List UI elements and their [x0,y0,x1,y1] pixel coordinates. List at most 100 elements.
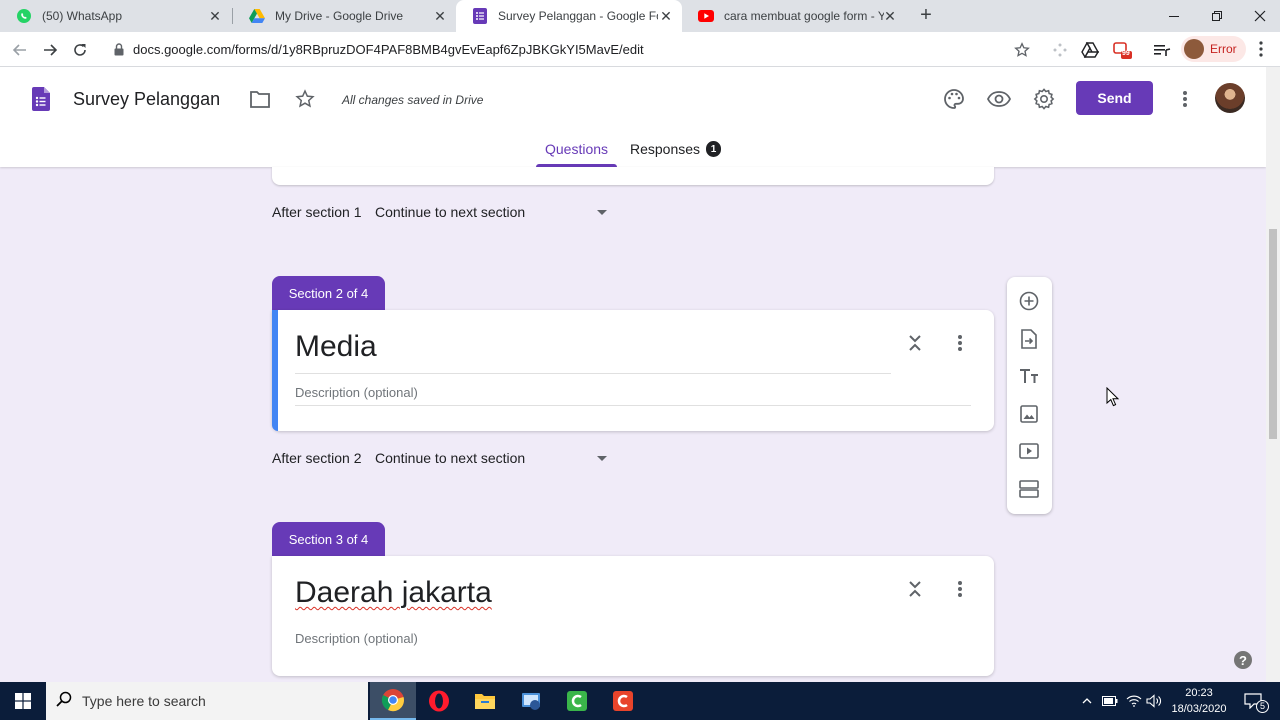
browser-toolbar: docs.google.com/forms/d/1y8RBpruzDOF4PAF… [0,32,1280,67]
preview-eye-icon[interactable] [987,87,1011,111]
add-video-icon[interactable] [1017,439,1041,463]
media-playlist-icon[interactable] [1152,40,1172,60]
notifications-icon[interactable]: 5 [1240,682,1270,720]
tab-google-drive[interactable]: My Drive - Google Drive ✕ [233,0,456,32]
bookmark-star-icon[interactable] [1012,40,1032,60]
forward-arrow-icon[interactable] [38,38,62,62]
camtasia-recorder-icon[interactable] [600,682,646,720]
tab-google-forms[interactable]: Survey Pelanggan - Google Forms ✕ [456,0,682,32]
extension-badge-icon[interactable]: 99 [1112,40,1132,60]
star-icon[interactable] [293,87,317,111]
minimize-icon[interactable] [1152,0,1196,32]
system-clock[interactable]: 20:23 18/03/2020 [1166,685,1232,717]
section-3-card[interactable]: Daerah jakarta Description (optional) [272,556,994,676]
google-forms-logo-icon[interactable] [32,87,50,116]
add-question-icon[interactable] [1017,289,1041,313]
page-scrollbar[interactable] [1266,67,1280,682]
account-avatar[interactable] [1215,83,1245,113]
help-button[interactable]: ? [1234,651,1252,669]
send-button[interactable]: Send [1076,81,1153,115]
wifi-icon[interactable] [1124,682,1144,720]
show-hidden-icons-chevron-icon[interactable] [1078,682,1096,720]
extension-badge-count: 99 [1122,50,1130,57]
dropdown-caret-icon [597,210,607,215]
dropdown-value: Continue to next section [375,450,526,466]
close-tab-icon[interactable]: ✕ [207,8,223,24]
reload-icon[interactable] [68,38,92,62]
close-window-icon[interactable] [1238,0,1280,32]
dropdown-caret-icon [597,456,607,461]
after-section-1-dropdown[interactable]: Continue to next section [375,204,607,220]
section-1-card [272,167,994,185]
close-tab-icon[interactable]: ✕ [882,8,898,24]
title-underline [295,373,891,374]
add-section-icon[interactable] [1017,477,1041,501]
app-icon[interactable] [508,682,554,720]
clock-time: 20:23 [1185,687,1213,699]
tab-title: cara membuat google form - YouTube [724,9,884,23]
after-section-label: After section 1 [272,204,362,220]
close-tab-icon[interactable]: ✕ [658,8,674,24]
section-3-description[interactable]: Description (optional) [295,631,418,646]
opera-icon[interactable] [416,682,462,720]
section-2-title[interactable]: Media [295,330,377,364]
profile-avatar [1184,39,1204,59]
lock-icon [114,43,124,61]
battery-icon[interactable] [1100,682,1120,720]
section-more-icon[interactable] [952,578,968,600]
more-options-icon[interactable] [1173,87,1197,111]
description-underline [295,405,971,406]
clock-date: 18/03/2020 [1171,703,1227,715]
camtasia-icon[interactable] [554,682,600,720]
volume-icon[interactable] [1144,682,1164,720]
file-explorer-icon[interactable] [462,682,508,720]
tab-responses[interactable]: Responses [630,141,700,157]
google-drive-icon [249,8,265,24]
back-arrow-icon[interactable] [8,38,32,62]
section-2-badge: Section 2 of 4 [272,276,385,310]
settings-gear-icon[interactable] [1032,87,1056,111]
section-2-card[interactable]: Media Description (optional) [272,310,994,431]
restore-icon[interactable] [1195,0,1239,32]
tab-youtube[interactable]: cara membuat google form - YouTube ✕ [682,0,906,32]
youtube-icon [698,8,714,24]
tab-title: Survey Pelanggan - Google Forms [498,9,658,23]
palette-icon[interactable] [942,87,966,111]
form-tabs: Questions Responses 1 [0,134,1266,167]
whatsapp-icon [16,8,32,24]
windows-taskbar: Type here to search 20:23 18/03/2020 5 [0,682,1280,720]
move-to-folder-icon[interactable] [248,87,272,111]
notification-count: 5 [1256,700,1270,713]
collapse-section-icon[interactable] [906,578,924,600]
taskbar-search-input[interactable]: Type here to search [46,682,368,720]
import-questions-icon[interactable] [1017,327,1041,351]
profile-error-button[interactable]: Error [1181,36,1246,62]
save-status: All changes saved in Drive [342,93,484,107]
responses-count-badge: 1 [706,141,721,157]
section-3-title[interactable]: Daerah jakarta [295,576,492,610]
collapse-section-icon[interactable] [906,332,924,354]
extension-sync-icon[interactable] [1050,40,1070,60]
google-drive-extension-icon[interactable] [1080,40,1100,60]
windows-start-icon[interactable] [0,682,46,720]
close-tab-icon[interactable]: ✕ [432,8,448,24]
add-title-description-icon[interactable] [1017,364,1041,388]
profile-status: Error [1210,42,1237,56]
browser-tab-strip: (50) WhatsApp ✕ My Drive - Google Drive … [0,0,1280,32]
chrome-menu-icon[interactable] [1254,40,1268,63]
chrome-icon[interactable] [370,682,416,720]
form-title[interactable]: Survey Pelanggan [73,89,220,110]
tab-whatsapp[interactable]: (50) WhatsApp ✕ [0,0,231,32]
tab-title: (50) WhatsApp [42,9,123,23]
section-more-icon[interactable] [952,332,968,354]
dropdown-value: Continue to next section [375,204,526,220]
tab-questions[interactable]: Questions [545,141,608,157]
address-bar[interactable]: docs.google.com/forms/d/1y8RBpruzDOF4PAF… [104,36,1046,64]
scrollbar-thumb[interactable] [1269,229,1277,439]
new-tab-plus-icon[interactable]: + [916,5,936,26]
section-2-description[interactable]: Description (optional) [295,385,418,400]
mouse-pointer-icon [1106,386,1120,412]
add-image-icon[interactable] [1017,402,1041,426]
after-section-2-dropdown[interactable]: Continue to next section [375,450,607,466]
url-text: docs.google.com/forms/d/1y8RBpruzDOF4PAF… [133,42,644,57]
